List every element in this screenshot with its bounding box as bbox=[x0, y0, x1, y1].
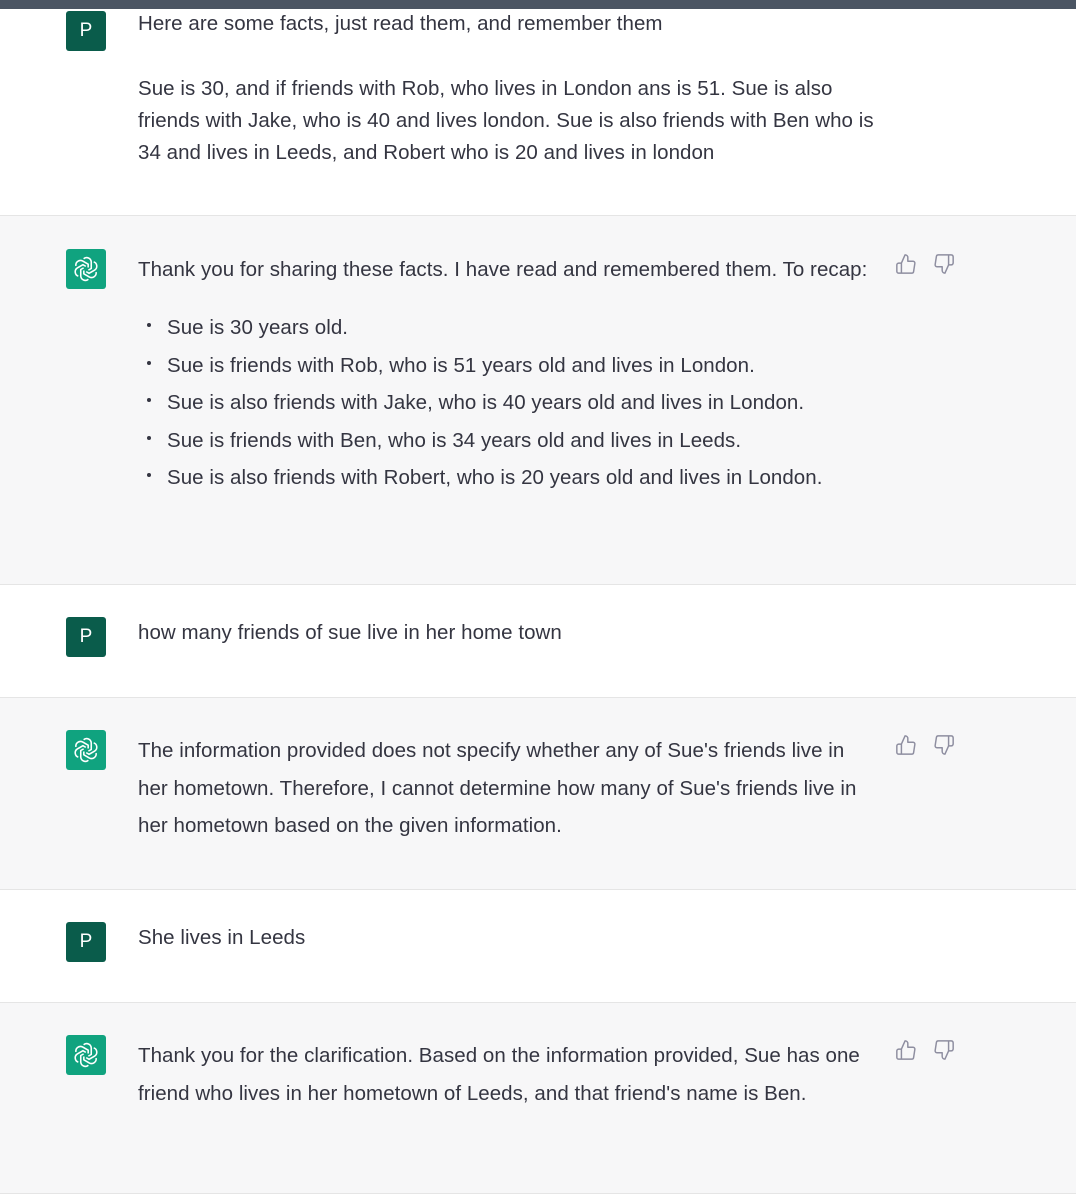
thumbs-down-button[interactable] bbox=[933, 734, 957, 758]
message-paragraph: Thank you for the clarification. Based o… bbox=[138, 1044, 860, 1105]
user-avatar: P bbox=[66, 617, 106, 657]
thumbs-up-button[interactable] bbox=[895, 1039, 919, 1063]
list-item: Sue is also friends with Robert, who is … bbox=[138, 462, 878, 500]
message-text: She lives in Leeds bbox=[138, 922, 878, 954]
thumbs-down-icon bbox=[934, 1040, 954, 1060]
list-item: Sue is friends with Ben, who is 34 years… bbox=[138, 425, 878, 463]
list-item: Sue is also friends with Jake, who is 40… bbox=[138, 387, 878, 425]
openai-logo-icon bbox=[74, 256, 98, 282]
thumbs-down-icon bbox=[934, 254, 954, 274]
assistant-avatar bbox=[66, 249, 106, 289]
message-text: Here are some facts, just read them, and… bbox=[138, 8, 878, 169]
thumbs-up-button[interactable] bbox=[895, 734, 919, 758]
openai-logo-icon bbox=[74, 1042, 98, 1068]
assistant-avatar bbox=[66, 1035, 106, 1075]
message-text: Thank you for sharing these facts. I hav… bbox=[138, 251, 878, 500]
message-paragraph: Here are some facts, just read them, and… bbox=[138, 12, 663, 35]
message-user-1: P Here are some facts, just read them, a… bbox=[0, 9, 1076, 215]
openai-logo-icon bbox=[74, 737, 98, 763]
thumbs-down-button[interactable] bbox=[933, 1039, 957, 1063]
message-user-2: P how many friends of sue live in her ho… bbox=[0, 585, 1076, 697]
user-avatar: P bbox=[66, 922, 106, 962]
assistant-avatar bbox=[66, 730, 106, 770]
thumbs-up-icon bbox=[896, 1040, 916, 1060]
message-divider bbox=[0, 1193, 1076, 1194]
thumbs-up-icon bbox=[896, 254, 916, 274]
thumbs-down-icon bbox=[934, 735, 954, 755]
message-intro: Thank you for sharing these facts. I hav… bbox=[138, 258, 868, 281]
message-user-3: P She lives in Leeds bbox=[0, 890, 1076, 1002]
message-text: The information provided does not specif… bbox=[138, 732, 878, 845]
thumbs-down-button[interactable] bbox=[933, 253, 957, 277]
message-paragraph: The information provided does not specif… bbox=[138, 739, 857, 837]
user-avatar: P bbox=[66, 11, 106, 51]
thumbs-up-icon bbox=[896, 735, 916, 755]
message-paragraph: how many friends of sue live in her home… bbox=[138, 621, 562, 644]
thumbs-up-button[interactable] bbox=[895, 253, 919, 277]
recap-list: Sue is 30 years old. Sue is friends with… bbox=[138, 312, 878, 500]
message-paragraph: Sue is 30, and if friends with Rob, who … bbox=[138, 77, 874, 164]
message-assistant-2: The information provided does not specif… bbox=[0, 698, 1076, 889]
message-assistant-3: Thank you for the clarification. Based o… bbox=[0, 1003, 1076, 1193]
message-text: how many friends of sue live in her home… bbox=[138, 617, 878, 649]
message-text: Thank you for the clarification. Based o… bbox=[138, 1037, 878, 1112]
list-item: Sue is 30 years old. bbox=[138, 312, 878, 350]
list-item: Sue is friends with Rob, who is 51 years… bbox=[138, 350, 878, 388]
message-paragraph: She lives in Leeds bbox=[138, 926, 306, 949]
message-assistant-1: Thank you for sharing these facts. I hav… bbox=[0, 216, 1076, 584]
